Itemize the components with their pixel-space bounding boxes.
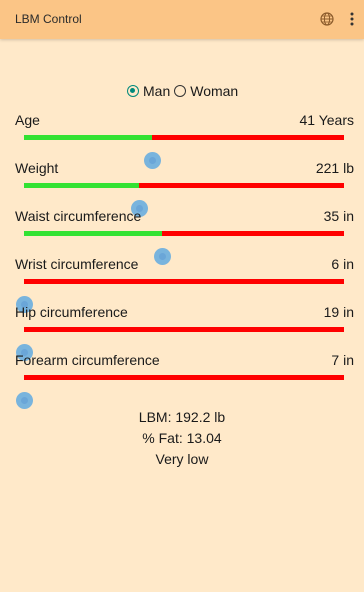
slider-fill-weight (24, 183, 140, 188)
slider-label-wrist: Wrist circumference (15, 256, 139, 272)
slider-label-waist: Waist circumference (15, 208, 142, 224)
slider-row-age: Age 41 Years (0, 112, 364, 169)
slider-fill-age (24, 135, 152, 140)
slider-value-forearm: 7 in (331, 352, 354, 368)
gender-option-woman[interactable]: Woman (174, 83, 238, 99)
slider-row-forearm: Forearm circumference 7 in (0, 352, 364, 409)
lbm-result: LBM: 192.2 lb (138, 409, 226, 425)
radio-button-man[interactable] (127, 85, 139, 97)
slider-label-hip: Hip circumference (15, 304, 128, 320)
slider-label-age: Age (15, 112, 40, 128)
slider-track-wrist[interactable] (16, 279, 344, 313)
slider-track-forearm[interactable] (16, 375, 344, 409)
slider-value-weight: 221 lb (315, 160, 354, 176)
slider-row-waist: Waist circumference 35 in (0, 208, 364, 265)
slider-row-wrist: Wrist circumference 6 in (0, 256, 364, 313)
gender-label-woman: Woman (190, 83, 239, 99)
gender-label-man: Man (143, 83, 171, 99)
fat-percent-result: % Fat: 13.04 (142, 430, 222, 446)
gender-radio-group: Man Woman (127, 82, 238, 100)
slider-label-forearm: Forearm circumference (15, 352, 160, 368)
radio-button-woman[interactable] (174, 85, 187, 97)
more-vert-icon[interactable] (346, 11, 358, 27)
slider-track-age[interactable] (24, 135, 344, 169)
slider-value-waist: 35 in (323, 208, 354, 224)
slider-track-hip[interactable] (16, 327, 344, 361)
globe-icon[interactable] (320, 12, 334, 26)
slider-label-weight: Weight (15, 160, 59, 176)
results-panel: LBM: 192.2 lb % Fat: 13.04 Very low (0, 407, 364, 470)
app-bar: LBM Control (0, 0, 364, 39)
slider-value-age: 41 Years (299, 112, 355, 128)
app-title: LBM Control (15, 12, 82, 26)
gender-option-man[interactable]: Man (127, 83, 170, 99)
slider-track-waist[interactable] (24, 231, 344, 265)
slider-fill-waist (24, 231, 162, 236)
slider-track-weight[interactable] (24, 183, 344, 217)
slider-value-hip: 19 in (323, 304, 354, 320)
slider-row-weight: Weight 221 lb (0, 160, 364, 217)
fat-rating-result: Very low (155, 451, 209, 467)
slider-value-wrist: 6 in (331, 256, 354, 272)
slider-row-hip: Hip circumference 19 in (0, 304, 364, 361)
